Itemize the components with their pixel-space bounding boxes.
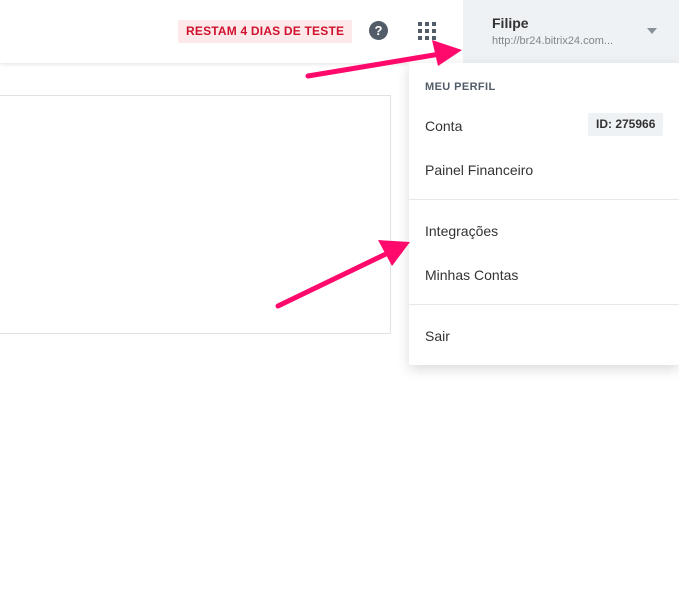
content-panel [0, 95, 391, 334]
help-icon[interactable]: ? [369, 21, 388, 40]
menu-divider [409, 304, 679, 305]
menu-item-sair[interactable]: Sair [425, 328, 450, 344]
menu-item-painel-financeiro[interactable]: Painel Financeiro [425, 162, 533, 178]
user-portal-url: http://br24.bitrix24.com... [492, 35, 614, 47]
trial-days-badge[interactable]: RESTAM 4 DIAS DE TESTE [178, 20, 353, 43]
user-menu-toggle[interactable]: Filipe http://br24.bitrix24.com... [463, 0, 679, 63]
menu-divider [409, 199, 679, 200]
user-name: Filipe [492, 15, 529, 31]
chevron-down-icon [647, 28, 657, 34]
account-id-badge: ID: 275966 [588, 113, 664, 136]
apps-grid-icon[interactable] [418, 22, 436, 40]
menu-section-title: MEU PERFIL [425, 81, 496, 93]
menu-item-integracoes[interactable]: Integrações [425, 223, 498, 239]
user-dropdown-menu: MEU PERFIL Conta ID: 275966 Painel Finan… [409, 63, 679, 365]
menu-item-conta[interactable]: Conta [425, 118, 462, 134]
top-bar: RESTAM 4 DIAS DE TESTE ? Filipe http://b… [0, 0, 679, 63]
menu-item-minhas-contas[interactable]: Minhas Contas [425, 267, 518, 283]
